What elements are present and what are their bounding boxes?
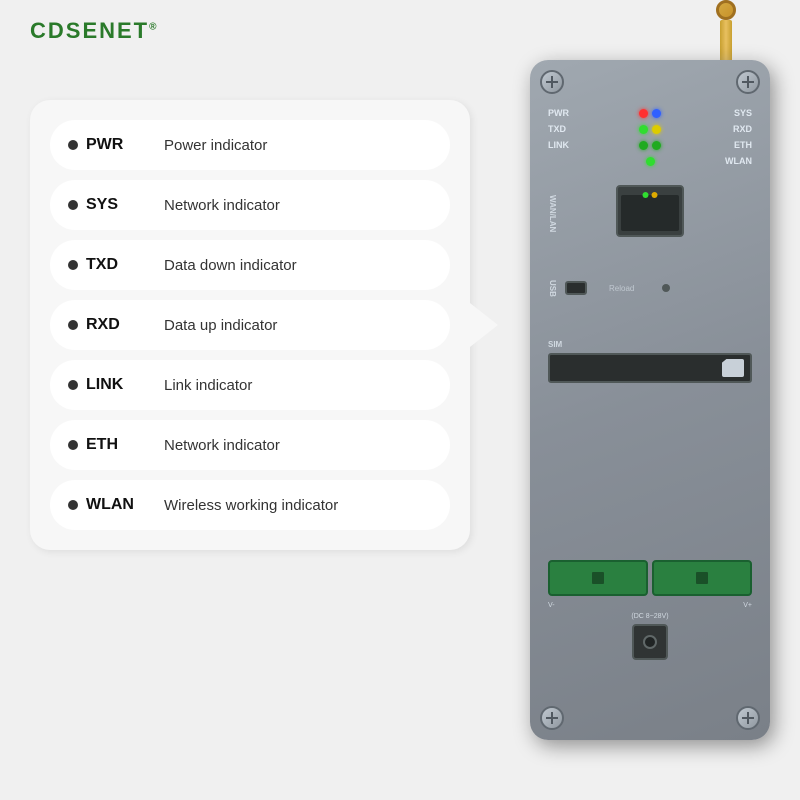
indicator-row-wlan: WLAN Wireless working indicator [50, 480, 450, 530]
sim-slot [548, 353, 752, 383]
terminal-inner-plus [696, 572, 708, 584]
led-row-txd-rxd: TXD RXD [548, 124, 752, 134]
indicator-desc-wlan: Wireless working indicator [164, 497, 338, 514]
dc-jack [632, 624, 668, 660]
indicator-row-txd: TXD Data down indicator [50, 240, 450, 290]
device-illustration: PWR SYS TXD RXD LINK [530, 60, 770, 740]
eth-led-yellow [652, 192, 658, 198]
indicator-row-rxd: RXD Data up indicator [50, 300, 450, 350]
screw-top-left [540, 70, 564, 94]
led-label-link: LINK [548, 140, 578, 150]
reload-label: Reload [609, 284, 634, 293]
reload-button[interactable] [662, 284, 670, 292]
led-label-sys: SYS [722, 108, 752, 118]
led-row-wlan: WLAN [548, 156, 752, 166]
indicator-dot-txd [68, 260, 78, 270]
terminal-v-minus [548, 560, 648, 596]
indicator-name-link: LINK [86, 376, 146, 394]
indicator-desc-sys: Network indicator [164, 197, 280, 214]
indicator-desc-txd: Data down indicator [164, 257, 297, 274]
led-txd-green [639, 125, 648, 134]
led-label-rxd: RXD [722, 124, 752, 134]
led-pwr-red [639, 109, 648, 118]
indicator-dot-rxd [68, 320, 78, 330]
terminal-v-plus [652, 560, 752, 596]
power-label: (DC 8~28V) [548, 613, 752, 620]
led-area: PWR SYS TXD RXD LINK [548, 108, 752, 172]
device-body: PWR SYS TXD RXD LINK [530, 60, 770, 740]
led-wlan-green [646, 157, 655, 166]
indicator-row-link: LINK Link indicator [50, 360, 450, 410]
dc-jack-inner [643, 635, 657, 649]
terminal-block [548, 560, 752, 596]
eth-inner [621, 195, 679, 231]
indicator-dot-pwr [68, 140, 78, 150]
indicator-name-sys: SYS [86, 196, 146, 214]
led-sys-blue [652, 109, 661, 118]
indicator-row-eth: ETH Network indicator [50, 420, 450, 470]
sim-area: SIM [548, 340, 752, 383]
indicator-row-sys: SYS Network indicator [50, 180, 450, 230]
sim-label: SIM [548, 340, 752, 349]
led-group-wlan [646, 157, 655, 166]
indicator-desc-rxd: Data up indicator [164, 317, 277, 334]
led-label-eth: ETH [722, 140, 752, 150]
wan-label: WAN/LAN [548, 195, 557, 232]
indicator-name-txd: TXD [86, 256, 146, 274]
indicator-row-pwr: PWR Power indicator [50, 120, 450, 170]
sim-card-icon [722, 359, 744, 377]
indicator-dot-eth [68, 440, 78, 450]
usb-label: USB [548, 280, 557, 297]
led-eth-green [652, 141, 661, 150]
indicator-dot-wlan [68, 500, 78, 510]
led-group-link-eth [639, 141, 661, 150]
indicator-name-pwr: PWR [86, 136, 146, 154]
antenna-connector [716, 0, 736, 20]
eth-led-row [643, 192, 658, 198]
eth-led-green [643, 192, 649, 198]
wan-lan-port: WAN/LAN [550, 185, 750, 237]
power-area: V- V+ (DC 8~28V) [548, 560, 752, 660]
brand-logo: CDSENET® [30, 18, 159, 44]
indicator-desc-link: Link indicator [164, 377, 252, 394]
indicator-name-wlan: WLAN [86, 496, 146, 514]
indicator-dot-link [68, 380, 78, 390]
indicator-desc-pwr: Power indicator [164, 137, 267, 154]
usb-area: USB Reload [548, 280, 670, 297]
label-v-plus: V+ [743, 602, 752, 609]
led-group-pwr-sys [639, 109, 661, 118]
led-row-pwr-sys: PWR SYS [548, 108, 752, 118]
led-group-txd-rxd [639, 125, 661, 134]
screw-bottom-right [736, 706, 760, 730]
indicator-name-eth: ETH [86, 436, 146, 454]
indicator-name-rxd: RXD [86, 316, 146, 334]
label-v-minus: V- [548, 602, 555, 609]
led-label-pwr: PWR [548, 108, 578, 118]
indicator-dot-sys [68, 200, 78, 210]
screw-bottom-left [540, 706, 564, 730]
usb-port [565, 281, 587, 295]
ethernet-port [616, 185, 684, 237]
screw-top-right [736, 70, 760, 94]
led-label-wlan: WLAN [722, 156, 752, 166]
terminal-inner-minus [592, 572, 604, 584]
led-label-txd: TXD [548, 124, 578, 134]
indicator-desc-eth: Network indicator [164, 437, 280, 454]
led-rxd-yellow [652, 125, 661, 134]
led-link-green [639, 141, 648, 150]
indicator-panel: PWR Power indicator SYS Network indicato… [30, 100, 470, 550]
led-row-link-eth: LINK ETH [548, 140, 752, 150]
